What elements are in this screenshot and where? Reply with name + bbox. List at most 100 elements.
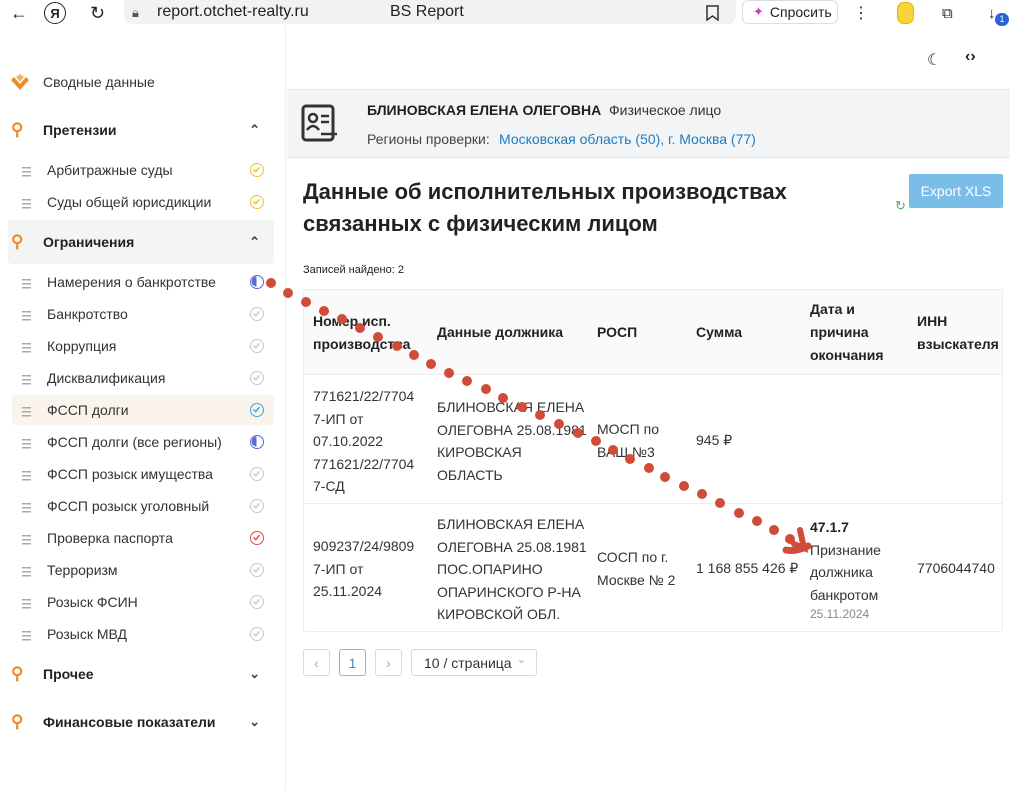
sidebar-item[interactable]: ФССП долги (все регионы) (12, 427, 274, 457)
check-icon (250, 467, 264, 481)
sidebar-item[interactable]: Арбитражные суды (12, 155, 274, 185)
sidebar-item-label: Розыск МВД (47, 626, 128, 642)
sidebar-item[interactable]: Проверка паспорта (12, 523, 274, 553)
sidebar-item[interactable]: Розыск МВД (12, 619, 274, 649)
sidebar-item[interactable]: Коррупция (12, 331, 274, 361)
sidebar-item-label: Арбитражные суды (47, 162, 173, 178)
sidebar-item-label: Банкротство (47, 306, 128, 322)
list-icon (22, 164, 31, 177)
sidebar-item[interactable]: Суды общей юрисдикции (12, 187, 274, 217)
list-icon (22, 404, 31, 417)
header-end[interactable]: Дата и причина окончания (810, 298, 884, 367)
page-title-line1: Данные об исполнительных производствах (303, 179, 787, 204)
row-divider (304, 503, 1002, 504)
sidebar-item[interactable]: Дисквалификация (12, 363, 274, 393)
section-claims[interactable]: ⚲ Претензии ⌃ (8, 108, 274, 152)
sidebar-item-label: Намерения о банкротстве (47, 274, 216, 290)
list-icon (22, 308, 31, 321)
header-debtor[interactable]: Данные должника (437, 321, 563, 344)
cell-number: 909237/24/9809 7-ИП от 25.11.2024 (313, 538, 415, 599)
sidebar-item-label: Розыск ФСИН (47, 594, 138, 610)
back-arrow-icon[interactable]: ← (10, 2, 28, 24)
section-restrictions-label: Ограничения (43, 234, 135, 250)
sidebar: Сводные данные ⚲ Претензии ⌃ Арбитражные… (0, 26, 286, 790)
sidebar-item-label: ФССП розыск имущества (47, 466, 213, 482)
sidebar-item-label: Терроризм (47, 562, 118, 578)
cell-sum: 1 168 855 426 ₽ (696, 560, 799, 576)
chevron-up-icon: ⌃ (249, 122, 260, 137)
cell-debtor: БЛИНОВСКАЯ ЕЛЕНА ОЛЕГОВНА 25.08.1981 ПОС.О… (437, 516, 587, 622)
sidebar-item[interactable]: ФССП розыск имущества (12, 459, 274, 489)
lock-icon: 🔒︎ (132, 5, 139, 20)
cell-debtor: БЛИНОВСКАЯ ЕЛЕНА ОЛЕГОВНА 25.08.1981 КИРОВ… (437, 399, 587, 483)
proceedings-table: Номер исп. производства Данные должника Р… (303, 289, 1003, 632)
chevron-up-icon: ⌃ (249, 234, 260, 249)
chevron-down-icon: ⌄ (516, 654, 526, 666)
reload-icon[interactable]: ↻ (90, 2, 105, 24)
page-title-line2: связанных с физическим лицом (303, 211, 658, 236)
refresh-icon[interactable]: ↻ (895, 198, 906, 214)
list-icon (22, 564, 31, 577)
more-vert-icon[interactable]: ⋮ (853, 2, 869, 24)
sidebar-summary[interactable]: Сводные данные (8, 60, 274, 104)
sidebar-item[interactable]: Банкротство (12, 299, 274, 329)
sidebar-item-label: Коррупция (47, 338, 117, 354)
header-rosp[interactable]: РОСП (597, 321, 637, 344)
section-other[interactable]: ⚲ Прочее ⌄ (8, 652, 274, 696)
regions-value[interactable]: Московская область (50), г. Москва (77) (499, 131, 756, 147)
url-text[interactable]: report.otchet-realty.ru (157, 3, 309, 21)
list-icon (22, 372, 31, 385)
page-1-button[interactable]: 1 (339, 649, 366, 676)
list-icon (22, 628, 31, 641)
download-badge: 1 (995, 13, 1009, 26)
code-icon[interactable]: ‹› (965, 48, 976, 66)
header-sum[interactable]: Сумма (696, 321, 742, 344)
sidebar-item[interactable]: Терроризм (12, 555, 274, 585)
section-finance[interactable]: ⚲ Финансовые показатели ⌄ (8, 700, 274, 744)
sidebar-item[interactable]: Розыск ФСИН (12, 587, 274, 617)
search-icon: ⚲ (11, 232, 24, 251)
check-icon (250, 163, 264, 177)
search-icon: ⚲ (11, 712, 24, 731)
next-page-button[interactable]: › (375, 649, 402, 676)
dark-mode-icon[interactable]: ☾ (927, 50, 941, 70)
cell-sum: 945 ₽ (696, 432, 733, 448)
sidebar-item[interactable]: ФССП долги (12, 395, 274, 425)
section-finance-label: Финансовые показатели (43, 714, 216, 730)
sidebar-item[interactable]: Намерения о банкротстве (12, 267, 274, 297)
page-size-select[interactable]: 10 / страница ⌄ (411, 649, 537, 676)
sidebar-item-label: ФССП долги (47, 402, 129, 418)
ask-button[interactable]: ✦ Спросить (742, 0, 838, 24)
section-restrictions[interactable]: ⚲ Ограничения ⌃ (8, 220, 274, 264)
cell-number: 771621/22/7704 7-ИП от 07.10.2022 771621/22… (313, 388, 415, 494)
check-icon (250, 563, 264, 577)
page-size-value: 10 / страница (424, 654, 512, 671)
check-icon (250, 307, 264, 321)
check-icon (250, 595, 264, 609)
collections-icon[interactable]: ⧉ (942, 2, 953, 24)
progress-icon (250, 275, 264, 289)
chevron-down-icon: ⌄ (249, 714, 260, 729)
end-date: 25.11.2024 (810, 607, 870, 621)
section-other-label: Прочее (43, 666, 94, 682)
chevron-down-icon: ⌄ (249, 666, 260, 681)
list-icon (22, 532, 31, 545)
tab-title: BS Report (390, 3, 464, 20)
extension-icon[interactable] (897, 2, 914, 24)
section-claims-label: Претензии (43, 122, 117, 138)
records-found: Записей найдено: 2 (303, 264, 404, 276)
yandex-icon[interactable]: Я (44, 2, 66, 24)
browser-toolbar: ← Я ↻ 🔒︎ report.otchet-realty.ru BS Repo… (0, 0, 1010, 26)
export-xls-button[interactable]: Export XLS (909, 174, 1003, 208)
bookmark-icon[interactable] (706, 2, 719, 24)
header-inn[interactable]: ИНН взыскателя (917, 310, 999, 356)
prev-page-button[interactable]: ‹ (303, 649, 330, 676)
sidebar-item-label: ФССП долги (все регионы) (47, 434, 222, 450)
person-card-icon (301, 104, 337, 142)
cell-rosp: СОСП по г. Москве № 2 (597, 549, 676, 588)
sidebar-item-label: ФССП розыск уголовный (47, 498, 210, 514)
check-icon (250, 403, 264, 417)
sidebar-item[interactable]: ФССП розыск уголовный (12, 491, 274, 521)
header-number[interactable]: Номер исп. производства (313, 310, 410, 356)
sidebar-item-label: Проверка паспорта (47, 530, 173, 546)
